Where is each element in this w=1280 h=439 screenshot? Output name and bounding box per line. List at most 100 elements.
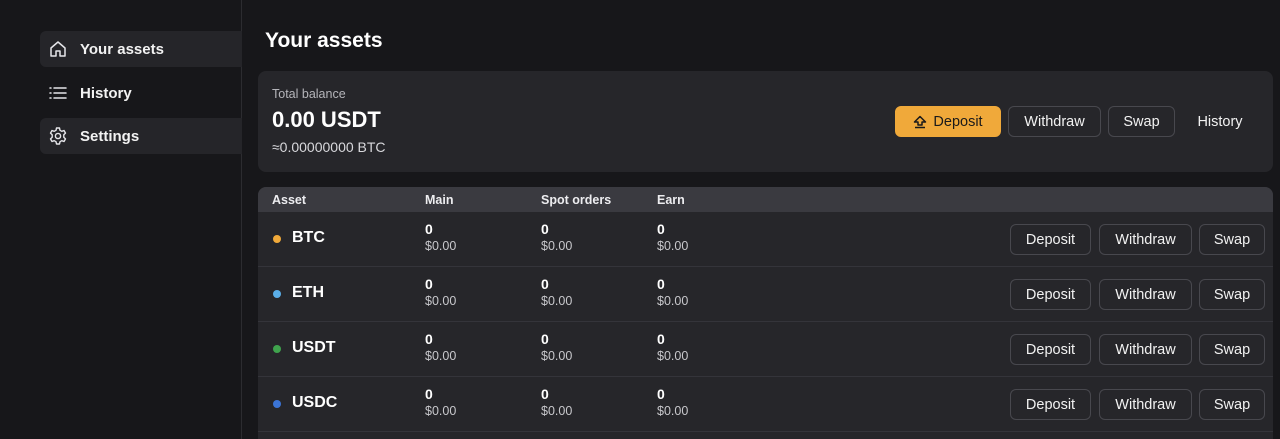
column-header-asset: Asset [272, 193, 307, 207]
spot-orders-usd-value: $0.00 [541, 404, 573, 418]
sidebar-item-label: History [80, 84, 132, 102]
asset-color-dot [273, 400, 281, 408]
row-withdraw-label: Withdraw [1115, 396, 1176, 413]
row-swap-button[interactable]: Swap [1199, 389, 1265, 420]
row-swap-button[interactable]: Swap [1199, 224, 1265, 255]
row-withdraw-label: Withdraw [1115, 231, 1176, 248]
row-swap-label: Swap [1213, 341, 1251, 358]
row-deposit-label: Deposit [1025, 341, 1076, 358]
earn-balance-cell: 0 $0.00 [657, 221, 688, 255]
balance-card: Total balance 0.00 USDT ≈0.00000000 BTC … [258, 71, 1273, 172]
table-row: USDT 0 $0.00 0 $0.00 0 $0.00 Deposit With… [258, 322, 1273, 377]
main-content: Your assets Total balance 0.00 USDT ≈0.0… [243, 0, 1280, 439]
main-balance-cell: 0 $0.00 [425, 276, 456, 310]
row-deposit-label: Deposit [1025, 396, 1076, 413]
table-header: Asset Main Spot orders Earn [258, 187, 1273, 212]
earn-balance-cell: 0 $0.00 [657, 276, 688, 310]
main-usd-value: $0.00 [425, 404, 457, 418]
row-withdraw-label: Withdraw [1115, 286, 1176, 303]
page-title: Your assets [265, 29, 383, 52]
sidebar-item-label: Settings [80, 127, 140, 145]
row-swap-label: Swap [1213, 231, 1251, 248]
row-withdraw-button[interactable]: Withdraw [1099, 334, 1192, 365]
earn-usd-value: $0.00 [657, 404, 689, 418]
main-amount: 0 [425, 276, 433, 292]
history-button[interactable]: History [1183, 106, 1257, 137]
row-deposit-button[interactable]: Deposit [1010, 279, 1091, 310]
asset-color-dot [273, 345, 281, 353]
spot-orders-usd-value: $0.00 [541, 294, 573, 308]
row-swap-label: Swap [1213, 286, 1251, 303]
spot-orders-amount: 0 [541, 331, 549, 347]
row-swap-button[interactable]: Swap [1199, 279, 1265, 310]
spot-orders-amount: 0 [541, 276, 549, 292]
deposit-button[interactable]: Deposit [895, 106, 1001, 137]
asset-name: USDC [292, 394, 338, 411]
row-deposit-label: Deposit [1025, 286, 1076, 303]
main-amount: 0 [425, 331, 433, 347]
spot-orders-usd-value: $0.00 [541, 239, 573, 253]
spot-orders-balance-cell: 0 $0.00 [541, 221, 572, 255]
withdraw-button[interactable]: Withdraw [1008, 106, 1101, 137]
earn-amount: 0 [657, 276, 665, 292]
list-icon [48, 83, 68, 103]
swap-button-label: Swap [1123, 113, 1160, 130]
earn-usd-value: $0.00 [657, 294, 689, 308]
total-balance-label: Total balance [272, 87, 346, 101]
earn-usd-value: $0.00 [657, 349, 689, 363]
row-deposit-button[interactable]: Deposit [1010, 224, 1091, 255]
row-deposit-button[interactable]: Deposit [1010, 334, 1091, 365]
main-usd-value: $0.00 [425, 349, 457, 363]
earn-amount: 0 [657, 221, 665, 237]
sidebar-item-settings[interactable]: Settings [40, 118, 242, 154]
sidebar-item-history[interactable]: History [40, 75, 242, 111]
asset-name: USDT [292, 339, 336, 356]
table-row: ETH 0 $0.00 0 $0.00 0 $0.00 Deposit Withd… [258, 267, 1273, 322]
spot-orders-balance-cell: 0 $0.00 [541, 276, 572, 310]
row-withdraw-button[interactable]: Withdraw [1099, 224, 1192, 255]
sidebar-item-your-assets[interactable]: Your assets [40, 31, 242, 67]
row-deposit-label: Deposit [1025, 231, 1076, 248]
asset-color-dot [273, 235, 281, 243]
asset-name: ETH [292, 284, 324, 301]
row-swap-button[interactable]: Swap [1199, 334, 1265, 365]
earn-amount: 0 [657, 386, 665, 402]
table-row: USDC 0 $0.00 0 $0.00 0 $0.00 Deposit With… [258, 377, 1273, 432]
asset-name: BTC [292, 229, 325, 246]
spot-orders-balance-cell: 0 $0.00 [541, 386, 572, 420]
main-amount: 0 [425, 221, 433, 237]
main-balance-cell: 0 $0.00 [425, 386, 456, 420]
main-balance-cell: 0 $0.00 [425, 221, 456, 255]
main-usd-value: $0.00 [425, 239, 457, 253]
earn-usd-value: $0.00 [657, 239, 689, 253]
home-icon [48, 39, 68, 59]
total-balance-btc: ≈0.00000000 BTC [272, 139, 386, 155]
main-balance-cell: 0 $0.00 [425, 331, 456, 365]
row-withdraw-button[interactable]: Withdraw [1099, 389, 1192, 420]
deposit-button-label: Deposit [933, 113, 983, 130]
assets-table: Asset Main Spot orders Earn BTC 0 $0.00 … [258, 187, 1273, 439]
row-withdraw-label: Withdraw [1115, 341, 1176, 358]
withdraw-button-label: Withdraw [1024, 113, 1085, 130]
history-button-label: History [1197, 113, 1243, 130]
spot-orders-usd-value: $0.00 [541, 349, 573, 363]
earn-balance-cell: 0 $0.00 [657, 331, 688, 365]
asset-color-dot [273, 290, 281, 298]
main-usd-value: $0.00 [425, 294, 457, 308]
total-balance-value: 0.00 USDT [272, 107, 381, 132]
sidebar-item-label: Your assets [80, 40, 164, 58]
spot-orders-amount: 0 [541, 386, 549, 402]
main-amount: 0 [425, 386, 433, 402]
swap-button[interactable]: Swap [1108, 106, 1175, 137]
table-row: BTC 0 $0.00 0 $0.00 0 $0.00 Deposit Withd… [258, 212, 1273, 267]
upload-icon [913, 115, 927, 129]
spot-orders-balance-cell: 0 $0.00 [541, 331, 572, 365]
column-header-main: Main [425, 193, 454, 207]
row-withdraw-button[interactable]: Withdraw [1099, 279, 1192, 310]
column-header-earn: Earn [657, 193, 685, 207]
earn-amount: 0 [657, 331, 665, 347]
row-deposit-button[interactable]: Deposit [1010, 389, 1091, 420]
gear-icon [48, 126, 68, 146]
spot-orders-amount: 0 [541, 221, 549, 237]
sidebar: Your assets History Settings [0, 0, 242, 439]
